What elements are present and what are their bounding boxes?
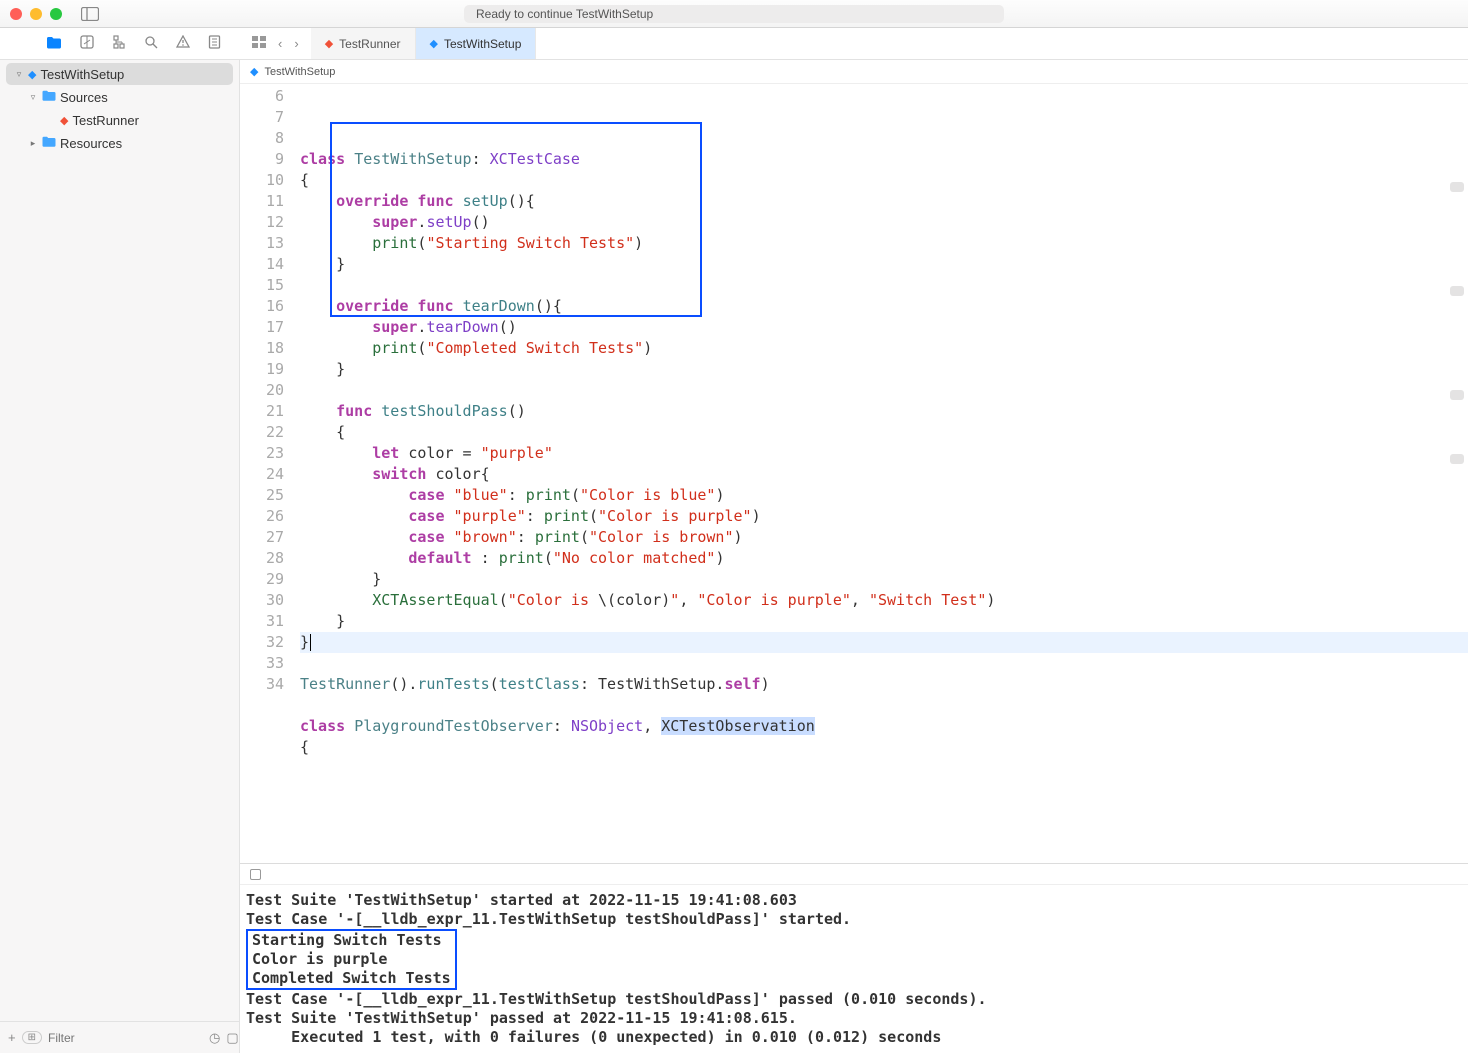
swift-icon: ◆: [250, 65, 258, 78]
minimap: [1448, 84, 1466, 863]
maximize-icon[interactable]: [50, 8, 62, 20]
tab-label: TestWithSetup: [444, 37, 521, 51]
sidebar-item-resources[interactable]: ▸ Resources: [6, 132, 233, 154]
sidebar-item-testrunner[interactable]: ◆ TestRunner: [6, 109, 233, 131]
jump-bar[interactable]: ◆ TestWithSetup: [240, 60, 1468, 84]
playground-icon: ◆: [28, 68, 36, 81]
recent-icon[interactable]: ◷: [209, 1030, 220, 1046]
project-navigator[interactable]: ▿ ◆ TestWithSetup ▿ Sources ◆ TestRunner: [0, 60, 239, 1021]
sidebar-item-sources[interactable]: ▿ Sources: [6, 86, 233, 108]
find-nav-icon[interactable]: [144, 35, 158, 52]
titlebar: Ready to continue TestWithSetup: [0, 0, 1468, 28]
editor-area: ◆ TestWithSetup 678910111213141516171819…: [240, 60, 1468, 1053]
line-gutter: 6789101112131415161718192021222324252627…: [240, 84, 296, 863]
chevron-down-icon[interactable]: ▿: [28, 92, 38, 103]
report-nav-icon[interactable]: [208, 35, 221, 52]
folder-label: Sources: [60, 90, 108, 105]
tab-testrunner[interactable]: ◆ TestRunner: [311, 28, 416, 59]
symbol-nav-icon[interactable]: [112, 35, 126, 52]
navigator-selector: [0, 28, 240, 59]
swift-icon: ◆: [430, 37, 438, 50]
minimize-icon[interactable]: [30, 8, 42, 20]
main-split: ▿ ◆ TestWithSetup ▿ Sources ◆ TestRunner: [0, 60, 1468, 1053]
sidebar-toggle-icon[interactable]: [78, 5, 102, 23]
project-label: TestWithSetup: [40, 67, 124, 82]
source-control-nav-icon[interactable]: [80, 35, 94, 52]
folder-icon: [42, 90, 56, 104]
swift-icon: ◆: [325, 37, 333, 50]
filter-scope-icon[interactable]: ⊞: [22, 1031, 42, 1044]
nav-back-icon[interactable]: ‹: [274, 34, 286, 53]
chevron-right-icon[interactable]: ▸: [28, 138, 38, 149]
breakpoint-toggle-icon[interactable]: [250, 869, 261, 880]
console-highlight-box: Starting Switch TestsColor is purpleComp…: [246, 929, 457, 990]
source-editor[interactable]: 6789101112131415161718192021222324252627…: [240, 84, 1468, 863]
swift-file-icon: ◆: [60, 114, 68, 127]
close-icon[interactable]: [10, 8, 22, 20]
chevron-down-icon[interactable]: ▿: [14, 69, 24, 80]
xcode-window: Ready to continue TestWithSetup: [0, 0, 1468, 1053]
code-content[interactable]: class TestWithSetup: XCTestCase{ overrid…: [296, 84, 1468, 863]
related-items-icon[interactable]: [248, 34, 270, 53]
navigator-sidebar: ▿ ◆ TestWithSetup ▿ Sources ◆ TestRunner: [0, 60, 240, 1053]
navigator-filter-bar: + ⊞ ◷ ▢: [0, 1021, 239, 1053]
folder-icon: [42, 136, 56, 150]
issue-nav-icon[interactable]: [176, 35, 190, 52]
add-button[interactable]: +: [8, 1030, 16, 1045]
project-root[interactable]: ▿ ◆ TestWithSetup: [6, 63, 233, 85]
breadcrumb-label: TestWithSetup: [264, 66, 335, 78]
traffic-lights: [10, 8, 62, 20]
folder-nav-icon[interactable]: [46, 36, 62, 52]
editor-tab-bar: ‹ › ◆ TestRunner ◆ TestWithSetup: [240, 28, 1468, 59]
tab-label: TestRunner: [339, 37, 400, 51]
console-output[interactable]: Test Suite 'TestWithSetup' started at 20…: [240, 885, 1468, 1053]
file-label: TestRunner: [72, 113, 138, 128]
tab-testwithsetup[interactable]: ◆ TestWithSetup: [416, 28, 537, 59]
folder-label: Resources: [60, 136, 122, 151]
filter-input[interactable]: [48, 1031, 203, 1045]
source-control-filter-icon[interactable]: ▢: [226, 1030, 238, 1046]
debug-bar: [240, 863, 1468, 885]
nav-forward-icon[interactable]: ›: [290, 34, 302, 53]
toolbar-row: ‹ › ◆ TestRunner ◆ TestWithSetup: [0, 28, 1468, 60]
status-pill[interactable]: Ready to continue TestWithSetup: [464, 5, 1004, 23]
